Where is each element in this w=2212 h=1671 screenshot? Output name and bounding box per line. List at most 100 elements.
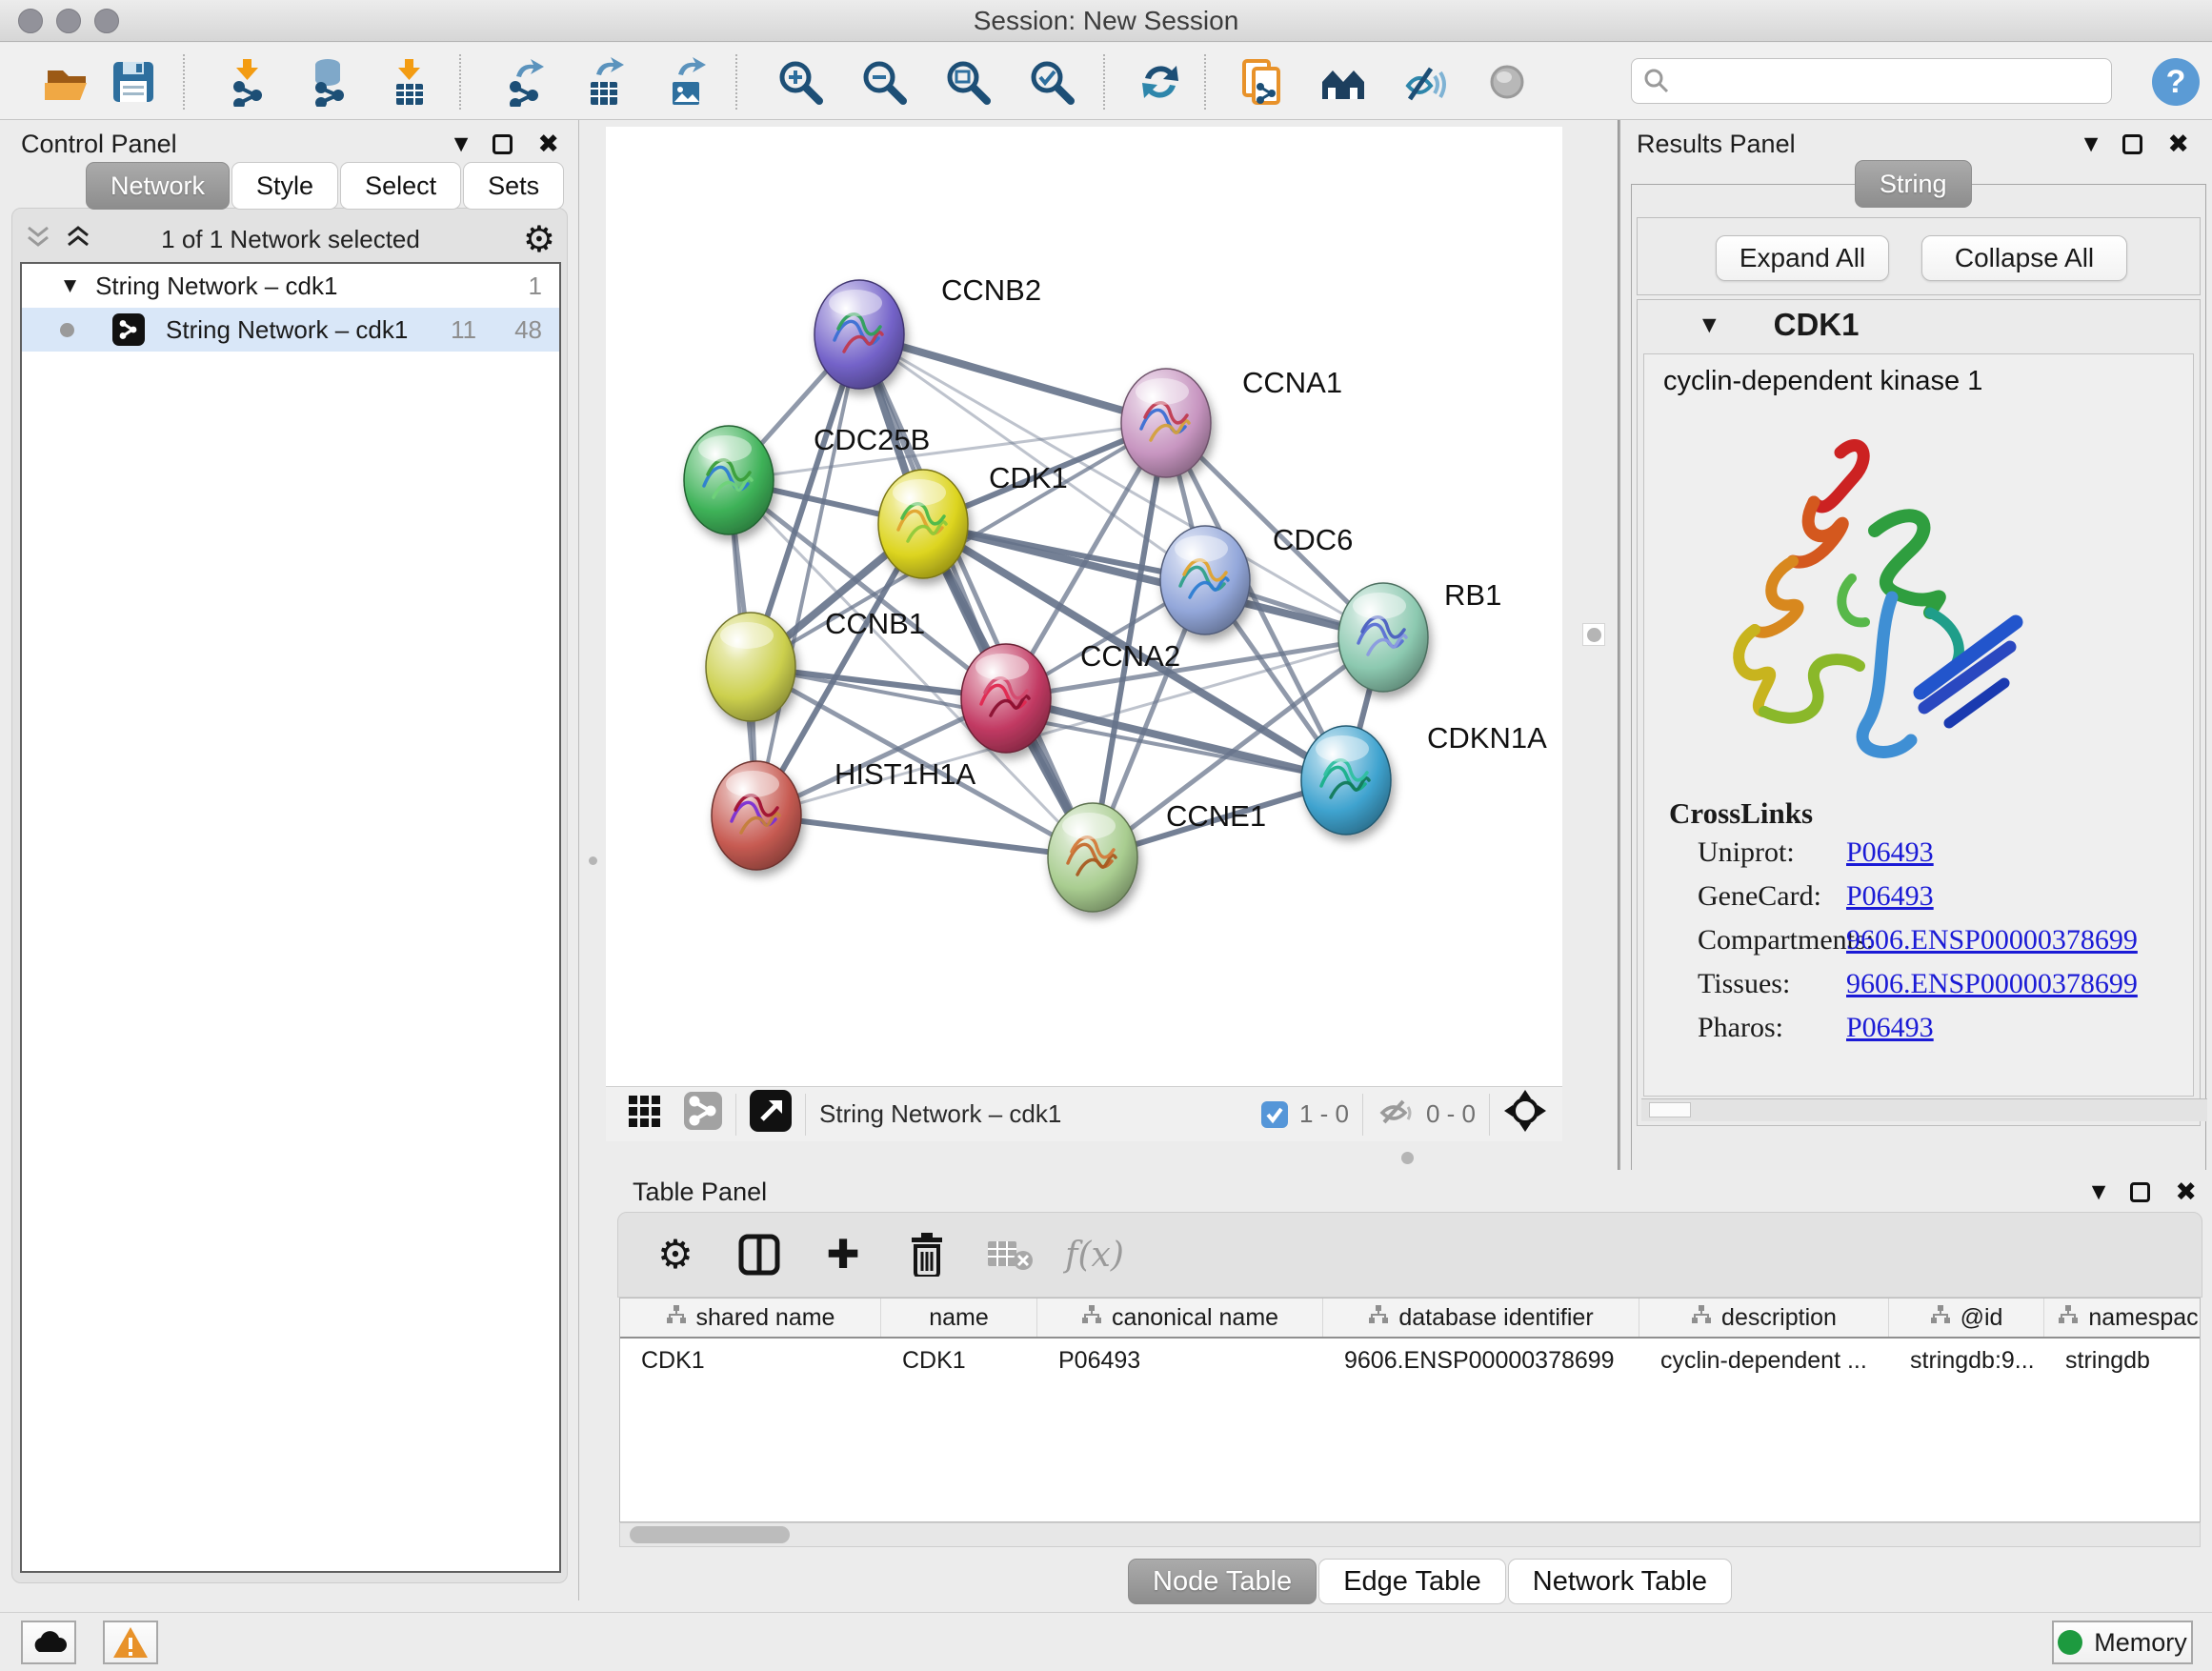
panel-float-icon[interactable]	[2130, 1182, 2150, 1202]
left-splitter-handle[interactable]	[589, 856, 597, 865]
scrollbar-thumb[interactable]	[630, 1526, 790, 1543]
grid-view-icon[interactable]	[627, 1094, 661, 1135]
save-session-icon[interactable]	[107, 55, 160, 109]
table-cell[interactable]: CDK1	[881, 1347, 1037, 1375]
panel-close-icon[interactable]: ✖	[2175, 1178, 2197, 1207]
export-network-icon[interactable]	[497, 55, 551, 109]
zoom-out-icon[interactable]	[857, 55, 911, 109]
crosslink-link[interactable]: 9606.ENSP00000378699	[1846, 924, 2138, 956]
table-cell[interactable]: CDK1	[620, 1347, 881, 1375]
graph-node-CCNA1[interactable]	[1121, 369, 1211, 477]
column-header-description[interactable]: description	[1639, 1299, 1889, 1337]
network-collection-row[interactable]: ▼ String Network – cdk1 1	[22, 264, 559, 308]
network-row[interactable]: String Network – cdk1 11 48	[22, 308, 559, 352]
tab-network-table[interactable]: Network Table	[1508, 1559, 1732, 1604]
selected-nodes-checkbox-icon[interactable]	[1261, 1101, 1288, 1128]
move-tool-crosshair-icon[interactable]	[1503, 1089, 1547, 1139]
import-network-file-icon[interactable]	[221, 55, 274, 109]
import-network-database-icon[interactable]	[301, 55, 354, 109]
export-table-icon[interactable]	[577, 55, 631, 109]
panel-collapse-icon[interactable]: ▼	[2084, 133, 2099, 154]
warning-button[interactable]	[103, 1621, 158, 1664]
column-header-namespac[interactable]: namespac	[2044, 1299, 2201, 1337]
table-horizontal-scrollbar[interactable]	[619, 1522, 2201, 1547]
table-cell[interactable]: stringdb	[2044, 1347, 2201, 1375]
horizontal-splitter-handle[interactable]	[1401, 1152, 1414, 1164]
tab-select[interactable]: Select	[340, 162, 461, 210]
panel-close-icon[interactable]: ✖	[537, 130, 559, 159]
cloud-button[interactable]	[21, 1621, 76, 1664]
zoom-selected-icon[interactable]	[1025, 55, 1078, 109]
zoom-in-icon[interactable]	[774, 55, 827, 109]
table-cell[interactable]: 9606.ENSP00000378699	[1323, 1347, 1639, 1375]
function-builder-icon[interactable]: f(x)	[1072, 1232, 1117, 1278]
hide-selected-icon[interactable]	[1398, 55, 1452, 109]
refresh-icon[interactable]	[1134, 55, 1187, 109]
table-row[interactable]: CDK1CDK1P064939606.ENSP00000378699cyclin…	[620, 1339, 2200, 1382]
show-all-icon[interactable]	[1480, 55, 1534, 109]
copy-network-icon[interactable]	[1235, 55, 1288, 109]
column-header-shared-name[interactable]: shared name	[620, 1299, 881, 1337]
panel-collapse-icon[interactable]: ▼	[454, 133, 469, 154]
zoom-fit-icon[interactable]	[941, 55, 995, 109]
delete-column-icon[interactable]	[904, 1232, 950, 1278]
crosslink-link[interactable]: P06493	[1846, 836, 1934, 869]
table-options-gear-icon[interactable]: ⚙	[653, 1232, 698, 1278]
tab-sets[interactable]: Sets	[463, 162, 564, 210]
network-canvas[interactable]: CCNB2CCNA1CDC25BCDK1CDC6RB1CCNB1CCNA2CDK…	[606, 127, 1562, 1086]
column-header-name[interactable]: name	[881, 1299, 1037, 1337]
crosslink-link[interactable]: P06493	[1846, 1012, 1934, 1044]
crosslink-row: Pharos:P06493	[1669, 1006, 2193, 1050]
crosslink-link[interactable]: 9606.ENSP00000378699	[1846, 968, 2138, 1000]
collapse-all-button[interactable]: Collapse All	[1921, 235, 2127, 281]
graph-node-CCNE1[interactable]	[1048, 803, 1137, 912]
results-horizontal-scrollbar[interactable]	[1641, 1098, 2207, 1121]
import-table-file-icon[interactable]	[383, 55, 436, 109]
graph-node-RB1[interactable]	[1338, 583, 1428, 692]
graph-edge-ccnb2-ccna1[interactable]	[859, 334, 1166, 423]
tab-style[interactable]: Style	[231, 162, 338, 210]
create-column-icon[interactable]: ✚	[820, 1232, 866, 1278]
panel-close-icon[interactable]: ✖	[2167, 130, 2189, 159]
graph-node-HIST1H1A[interactable]	[712, 761, 801, 870]
table-cell[interactable]: stringdb:9...	[1889, 1347, 2044, 1375]
protein-expand-icon[interactable]: ▼	[1702, 314, 1717, 335]
delete-table-icon[interactable]	[988, 1232, 1034, 1278]
column-header-@id[interactable]: @id	[1889, 1299, 2044, 1337]
search-input[interactable]	[1670, 67, 2111, 96]
crosslink-link[interactable]: P06493	[1846, 880, 1934, 913]
graph-edge-ccnb2-hist1h1a[interactable]	[756, 334, 859, 815]
export-image-icon[interactable]	[659, 55, 713, 109]
column-header-canonical-name[interactable]: canonical name	[1037, 1299, 1323, 1337]
graph-node-CDK1[interactable]	[878, 470, 968, 578]
hidden-eye-icon[interactable]	[1377, 1096, 1415, 1133]
tab-edge-table[interactable]: Edge Table	[1318, 1559, 1506, 1604]
tab-network[interactable]: Network	[86, 162, 230, 210]
open-session-icon[interactable]	[40, 55, 93, 109]
first-neighbors-icon[interactable]	[1317, 55, 1370, 109]
table-cell[interactable]: P06493	[1037, 1347, 1323, 1375]
graph-node-CCNB1[interactable]	[706, 613, 795, 721]
tree-expand-icon[interactable]: ▼	[64, 276, 76, 295]
graph-node-CDC6[interactable]	[1160, 526, 1250, 634]
panel-float-icon[interactable]	[2122, 134, 2142, 154]
right-splitter-handle[interactable]	[1582, 623, 1605, 646]
tab-node-table[interactable]: Node Table	[1128, 1559, 1317, 1604]
panel-collapse-icon[interactable]: ▼	[2092, 1181, 2106, 1202]
panel-float-icon[interactable]	[493, 134, 513, 154]
expand-all-button[interactable]: Expand All	[1716, 235, 1889, 281]
graph-node-CCNA2[interactable]	[961, 644, 1051, 753]
show-columns-icon[interactable]	[736, 1232, 782, 1278]
graph-edge-hist1h1a-ccne1[interactable]	[756, 815, 1093, 857]
detach-view-icon[interactable]	[750, 1090, 792, 1138]
help-icon[interactable]: ?	[2149, 55, 2202, 109]
memory-button[interactable]: Memory	[2052, 1621, 2193, 1664]
graph-node-CCNB2[interactable]	[814, 280, 904, 389]
network-view-share-icon[interactable]	[684, 1092, 722, 1137]
tab-string[interactable]: String	[1855, 160, 1972, 208]
table-cell[interactable]: cyclin-dependent ...	[1639, 1347, 1889, 1375]
protein-header[interactable]: ▼ CDK1	[1638, 300, 2200, 350]
graph-node-CDKN1A[interactable]	[1301, 726, 1391, 835]
graph-node-CDC25B[interactable]	[684, 426, 774, 534]
column-header-database-identifier[interactable]: database identifier	[1323, 1299, 1639, 1337]
